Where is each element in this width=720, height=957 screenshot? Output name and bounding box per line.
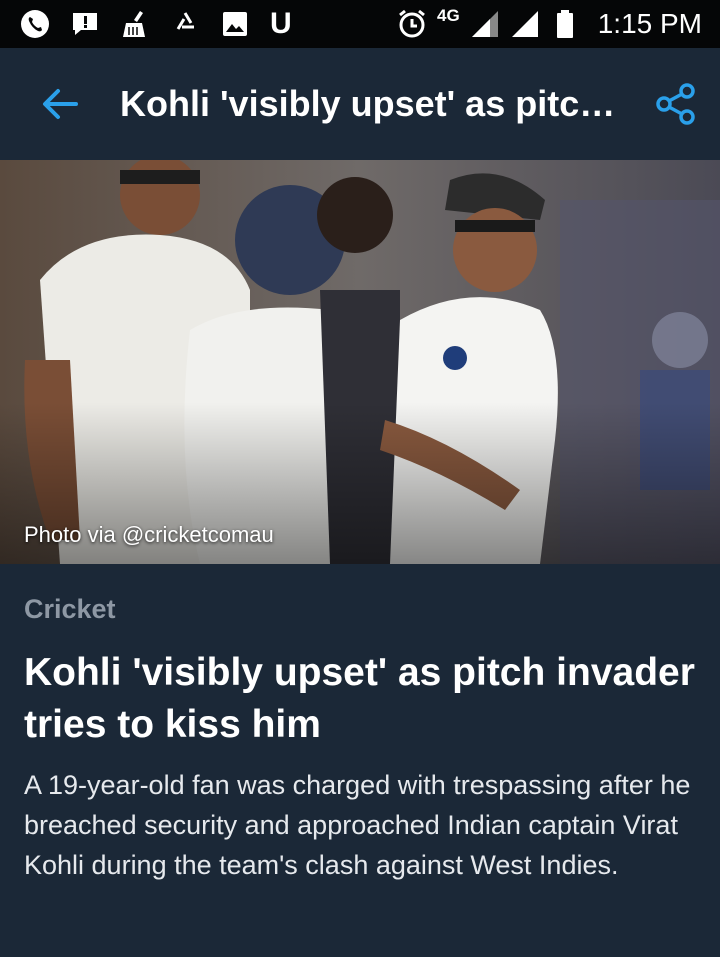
recycle-icon (170, 9, 200, 39)
alarm-clock-icon (397, 9, 427, 39)
chat-alert-icon (70, 9, 100, 39)
hero-photo[interactable]: Photo via @cricketcomau (0, 160, 720, 564)
status-bar: U 4G 1:15 PM (0, 0, 720, 48)
article-body: Cricket Kohli 'visibly upset' as pitch i… (0, 564, 720, 957)
share-icon (656, 83, 695, 125)
battery-icon (550, 9, 580, 39)
u-glyph: U (270, 7, 292, 40)
article-summary: A 19-year-old fan was charged with tresp… (24, 770, 691, 880)
article-category[interactable]: Cricket (24, 594, 696, 625)
app-bar: Kohli 'visibly upset' as pitch invader t… (0, 48, 720, 160)
hero-photo-illustration (0, 160, 720, 564)
photo-caption: Photo via @cricketcomau (24, 522, 274, 547)
back-button[interactable] (0, 48, 120, 160)
signal-icon-1 (470, 9, 500, 39)
image-icon (220, 9, 250, 39)
arrow-left-icon (43, 89, 78, 119)
cleaner-icon (120, 9, 150, 39)
share-button[interactable] (632, 48, 720, 160)
status-bar-system: 4G 1:15 PM (397, 6, 702, 40)
signal-icon-2 (510, 9, 540, 39)
network-type: 4G (437, 6, 460, 25)
article-headline: Kohli 'visibly upset' as pitch invader t… (24, 651, 695, 746)
app-bar-title: Kohli 'visibly upset' as pitch invader t… (120, 83, 632, 124)
phone-icon (20, 9, 50, 39)
clock-time: 1:15 PM (597, 8, 702, 39)
status-bar-notifications: U (20, 9, 292, 39)
